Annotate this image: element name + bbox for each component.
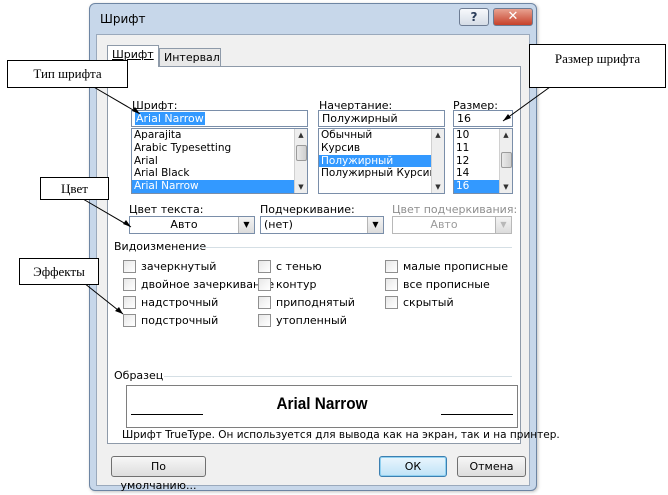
scroll-up-icon[interactable]: ▲ xyxy=(295,129,307,141)
double-strikethrough-label: двойное зачеркивание xyxy=(141,278,275,291)
underline-color-combo[interactable]: Авто ▼ xyxy=(392,216,512,234)
shadow-label: с тенью xyxy=(276,260,322,273)
help-button[interactable]: ? xyxy=(459,8,489,26)
scroll-up-icon[interactable]: ▲ xyxy=(500,129,512,141)
subscript-label: подстрочный xyxy=(141,314,219,327)
underline-combo[interactable]: (нет) ▼ xyxy=(260,216,384,234)
sample-group-label: Образец xyxy=(114,369,164,382)
hidden-checkbox[interactable] xyxy=(385,296,398,309)
dropdown-arrow-icon[interactable]: ▼ xyxy=(367,217,383,233)
callout-color: Цвет xyxy=(40,177,109,200)
close-button[interactable]: ✕ xyxy=(493,8,533,26)
sample-preview: Arial Narrow xyxy=(126,385,518,428)
subscript-checkbox[interactable] xyxy=(123,314,136,327)
text-color-value: Авто xyxy=(170,218,198,231)
scroll-thumb[interactable] xyxy=(296,145,307,161)
all-caps-checkbox[interactable] xyxy=(385,278,398,291)
list-item-selected[interactable]: Arial Narrow xyxy=(132,180,307,193)
list-item[interactable]: Aparajita xyxy=(132,129,307,142)
cancel-button[interactable]: Отмена xyxy=(457,456,526,477)
dropdown-arrow-icon[interactable]: ▼ xyxy=(495,217,511,233)
text-color-label: Цвет текста: xyxy=(129,203,204,216)
outline-label: контур xyxy=(276,278,317,291)
underline-label: Подчеркивание: xyxy=(260,203,355,216)
list-item[interactable]: Arabic Typesetting xyxy=(132,142,307,155)
underline-color-value: Авто xyxy=(430,218,458,231)
all-caps-label: все прописные xyxy=(403,278,490,291)
effects-divider xyxy=(196,247,512,248)
shadow-checkbox[interactable] xyxy=(258,260,271,273)
font-dialog: Шрифт ? ✕ Шрифт Интервал Шрифт: Arial Na… xyxy=(89,3,560,492)
font-tab-panel: Шрифт: Arial Narrow Aparajita Arabic Typ… xyxy=(107,66,560,444)
sample-note: Шрифт TrueType. Он используется для выво… xyxy=(122,429,560,441)
list-item[interactable]: Обычный xyxy=(319,129,444,142)
scroll-down-icon[interactable]: ▼ xyxy=(432,181,444,193)
superscript-checkbox[interactable] xyxy=(123,296,136,309)
scroll-up-icon[interactable]: ▲ xyxy=(432,129,444,141)
emboss-label: приподнятый xyxy=(276,296,355,309)
font-input[interactable]: Arial Narrow xyxy=(131,110,308,127)
font-list[interactable]: Aparajita Arabic Typesetting Arial Arial… xyxy=(131,128,308,194)
emboss-checkbox[interactable] xyxy=(258,296,271,309)
size-list-scrollbar[interactable]: ▲ ▼ xyxy=(499,129,512,193)
engrave-label: утопленный xyxy=(276,314,347,327)
sample-preview-text: Arial Narrow xyxy=(276,394,368,413)
preview-baseline-left xyxy=(131,414,203,415)
superscript-label: надстрочный xyxy=(141,296,219,309)
list-item-selected[interactable]: Полужирный xyxy=(319,154,444,168)
font-input-value: Arial Narrow xyxy=(135,112,205,125)
list-item[interactable]: Arial xyxy=(132,155,307,168)
outline-checkbox[interactable] xyxy=(258,278,271,291)
callout-effects: Эффекты xyxy=(19,258,99,285)
list-item[interactable]: Arial Black xyxy=(132,167,307,180)
ok-button[interactable]: ОК xyxy=(379,456,447,477)
style-list-scrollbar[interactable]: ▲ ▼ xyxy=(431,129,444,193)
tab-spacing[interactable]: Интервал xyxy=(159,48,221,68)
size-input[interactable]: 16 xyxy=(453,110,513,127)
scroll-down-icon[interactable]: ▼ xyxy=(295,181,307,193)
dialog-title: Шрифт xyxy=(100,12,146,26)
preview-baseline-right xyxy=(441,414,513,415)
small-caps-checkbox[interactable] xyxy=(385,260,398,273)
style-input[interactable]: Полужирный xyxy=(318,110,445,127)
effects-group-label: Видоизменение xyxy=(114,240,207,253)
scroll-thumb[interactable] xyxy=(501,152,512,168)
dropdown-arrow-icon[interactable]: ▼ xyxy=(238,217,254,233)
scroll-down-icon[interactable]: ▼ xyxy=(500,181,512,193)
callout-font-type: Тип шрифта xyxy=(7,60,128,88)
text-color-combo[interactable]: Авто ▼ xyxy=(129,216,255,234)
engrave-checkbox[interactable] xyxy=(258,314,271,327)
small-caps-label: малые прописные xyxy=(403,260,508,273)
strikethrough-label: зачеркнутый xyxy=(141,260,217,273)
callout-font-size: Размер шрифта xyxy=(529,44,666,88)
size-list[interactable]: 10 11 12 14 16 ▲ ▼ xyxy=(453,128,513,194)
tab-spacing-label: Интервал xyxy=(164,51,220,64)
list-item[interactable]: Полужирный Курсив xyxy=(319,167,444,180)
style-list[interactable]: Обычный Курсив Полужирный Полужирный Кур… xyxy=(318,128,445,194)
underline-color-label: Цвет подчеркивания: xyxy=(392,203,518,216)
dialog-client-area: Шрифт Интервал Шрифт: Arial Narrow Apara… xyxy=(96,34,560,492)
double-strikethrough-checkbox[interactable] xyxy=(123,278,136,291)
underline-value: (нет) xyxy=(264,218,293,231)
strikethrough-checkbox[interactable] xyxy=(123,260,136,273)
set-default-button[interactable]: По умолчанию... xyxy=(111,456,206,492)
list-item[interactable]: Курсив xyxy=(319,142,444,155)
sample-divider xyxy=(164,376,512,377)
hidden-label: скрытый xyxy=(403,296,454,309)
font-list-scrollbar[interactable]: ▲ ▼ xyxy=(294,129,307,193)
